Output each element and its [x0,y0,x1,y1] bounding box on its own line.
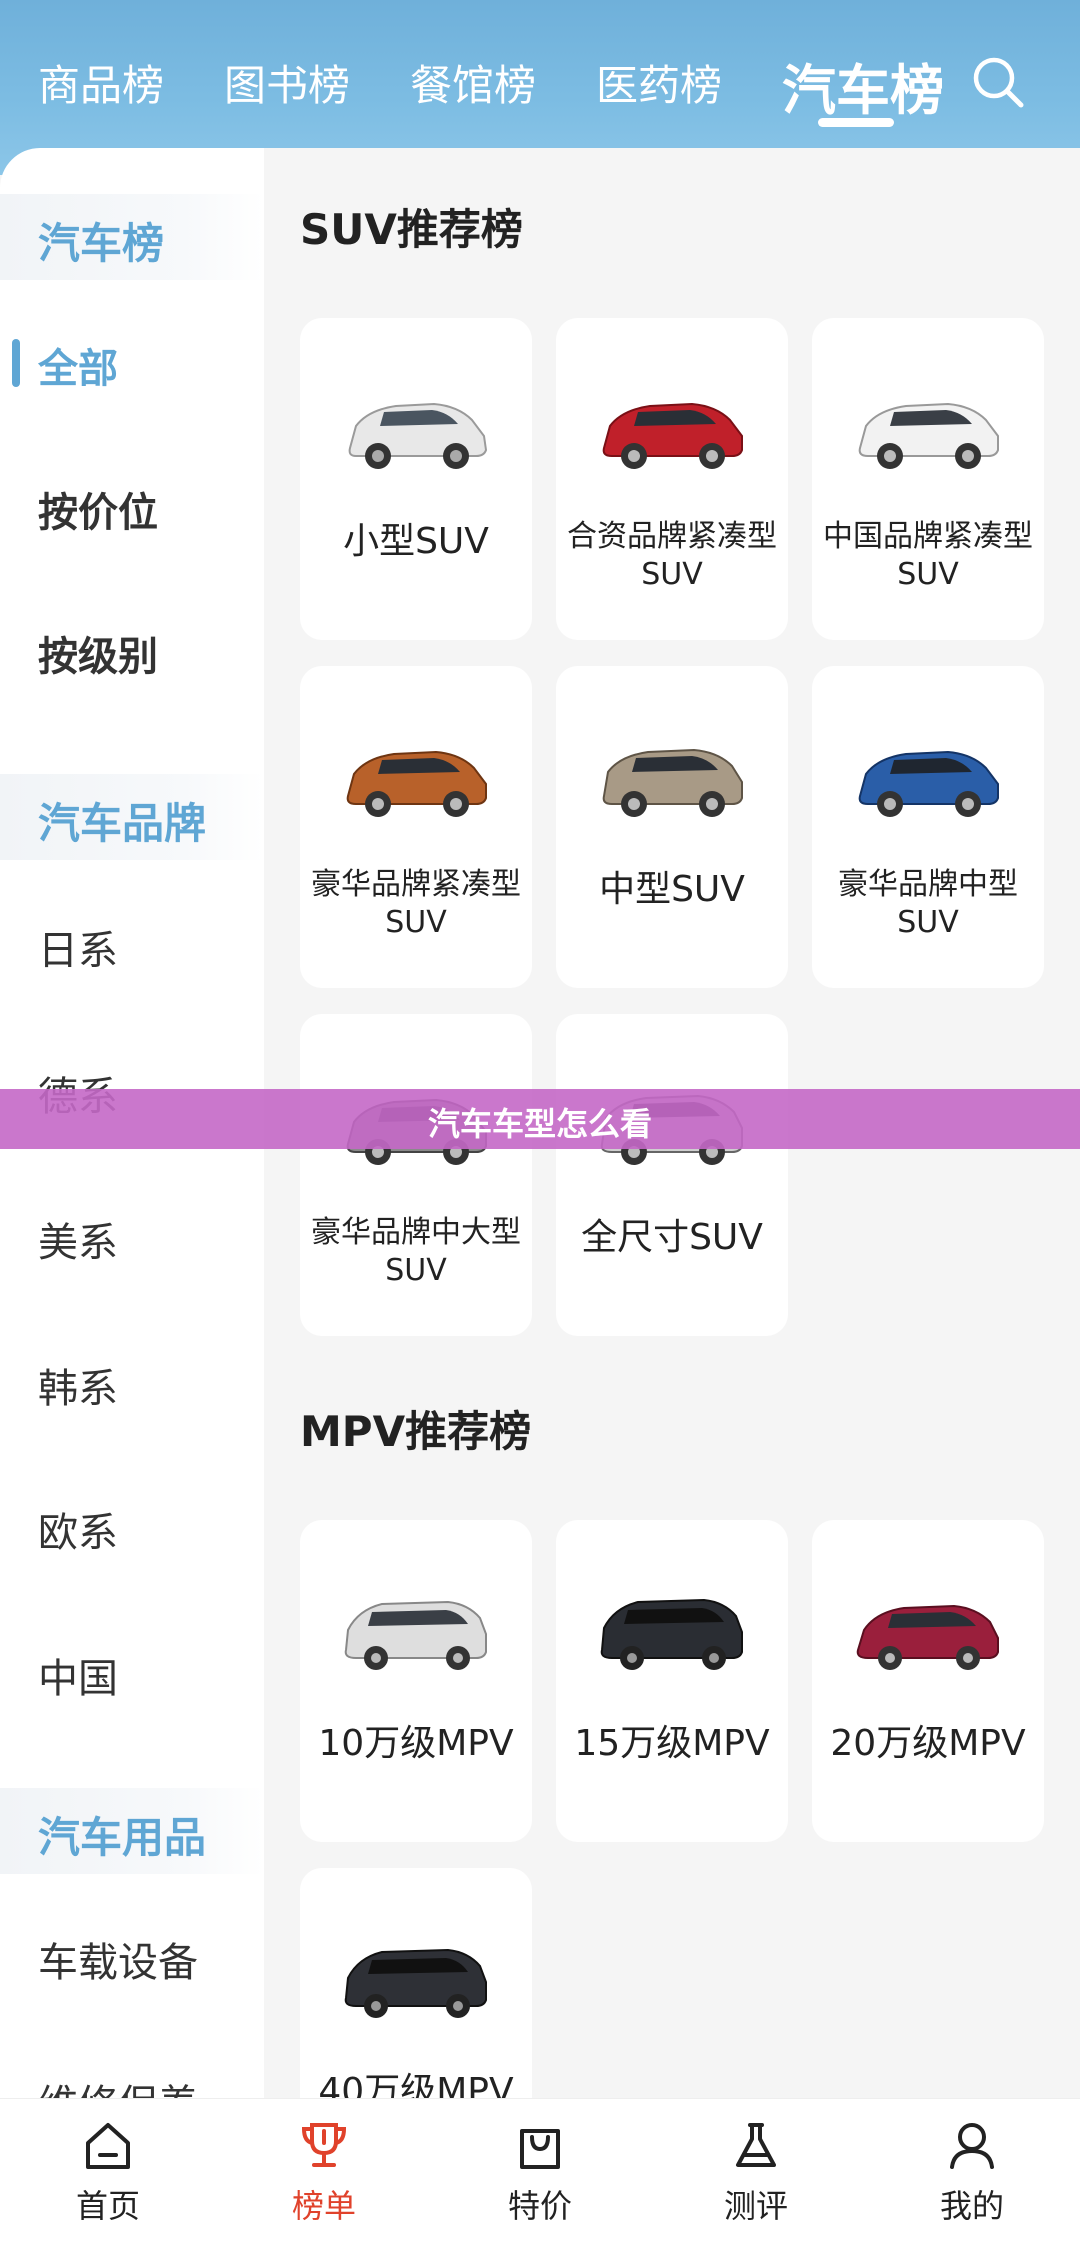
tab-goods[interactable]: 商品榜 [38,52,164,113]
category-card[interactable]: 合资品牌紧凑型SUV [556,318,788,640]
category-card[interactable]: 小型SUV [300,318,532,640]
nav-label: 我的 [939,2187,1004,2225]
flask-icon [736,2123,776,2167]
card-label: 全尺寸SUV [581,1217,763,1258]
sidebar-item-japanese[interactable]: 日系 [38,918,118,976]
active-tab-indicator [818,118,894,127]
user-icon [950,2123,994,2169]
category-card[interactable]: 豪华品牌紧凑型SUV [300,666,532,988]
home-icon [86,2123,130,2169]
card-label: 小型SUV [343,521,489,562]
tab-medicine[interactable]: 医药榜 [596,52,722,113]
sidebar-active-indicator [12,339,20,387]
title-banner: 汽车车型怎么看 [0,1089,1080,1149]
trophy-icon [301,2123,347,2167]
tab-books[interactable]: 图书榜 [224,52,350,113]
sidebar-item-car-devices[interactable]: 车载设备 [38,1930,198,1988]
car-image [346,750,487,817]
sidebar-item-european[interactable]: 欧系 [38,1500,118,1558]
tab-restaurants[interactable]: 餐馆榜 [410,52,536,113]
sidebar-group-cars: 汽车榜 [0,194,264,280]
category-card[interactable]: 豪华品牌中大型SUV [300,1014,532,1336]
nav-home[interactable]: 首页 [0,2099,216,2241]
shopping-bag-icon [520,2129,560,2169]
card-label: 豪华品牌中型SUV [838,867,1018,940]
car-image [602,402,743,469]
car-image [858,402,999,469]
tab-cars[interactable]: 汽车榜 [782,46,944,125]
sidebar-item-by-class[interactable]: 按级别 [38,624,158,682]
sidebar-group-supplies: 汽车用品 [0,1788,264,1874]
category-card[interactable]: 15万级MPV [556,1520,788,1842]
category-card[interactable]: 20万级MPV [812,1520,1044,1842]
card-label: 15万级MPV [574,1723,770,1764]
sidebar-item-all[interactable]: 全部 [38,336,118,394]
category-card[interactable]: 全尺寸SUV [556,1014,788,1336]
category-card[interactable]: 中型SUV [556,666,788,988]
sidebar-item-by-price[interactable]: 按价位 [38,480,158,538]
card-label: 豪华品牌紧凑型SUV [311,867,521,940]
nav-reviews[interactable]: 测评 [648,2099,864,2241]
category-card[interactable]: 10万级MPV [300,1520,532,1842]
nav-deals[interactable]: 特价 [432,2099,648,2241]
nav-label: 首页 [75,2187,140,2225]
search-icon[interactable] [970,54,1026,110]
card-label: 合资品牌紧凑型SUV [567,519,777,592]
card-label: 10万级MPV [318,1723,514,1764]
car-image [344,1600,487,1670]
category-card[interactable]: 中国品牌紧凑型SUV [812,318,1044,640]
car-image [858,750,999,817]
sidebar-item-chinese[interactable]: 中国 [38,1646,118,1704]
nav-label: 测评 [723,2187,788,2225]
nav-label: 特价 [507,2187,572,2225]
sidebar-item-american[interactable]: 美系 [38,1210,118,1268]
sidebar-item-korean[interactable]: 韩系 [38,1356,118,1414]
car-image [602,748,743,817]
nav-rankings[interactable]: 榜单 [216,2099,432,2241]
banner-text: 汽车车型怎么看 [427,1105,652,1143]
card-label: 中国品牌紧凑型SUV [823,519,1033,592]
car-image [856,1604,999,1670]
car-image [600,1598,743,1670]
car-image [348,402,488,469]
mpv-section-title: MPV推荐榜 [300,1407,532,1456]
card-label: 20万级MPV [830,1723,1026,1764]
nav-label: 榜单 [291,2187,356,2225]
car-image [344,1948,487,2018]
bottom-nav: 首页 榜单 特价 测评 我的 [0,2098,1080,2241]
nav-profile[interactable]: 我的 [864,2099,1080,2241]
card-label: 中型SUV [599,869,745,910]
category-card[interactable]: 豪华品牌中型SUV [812,666,1044,988]
suv-section-title: SUV推荐榜 [300,205,523,254]
category-tabs: 商品榜 图书榜 餐馆榜 医药榜 汽车榜 [0,0,1080,165]
card-label: 豪华品牌中大型SUV [311,1215,521,1288]
sidebar-group-brands: 汽车品牌 [0,774,264,860]
sidebar-item-maintenance[interactable]: 维修保养 [38,2072,198,2098]
